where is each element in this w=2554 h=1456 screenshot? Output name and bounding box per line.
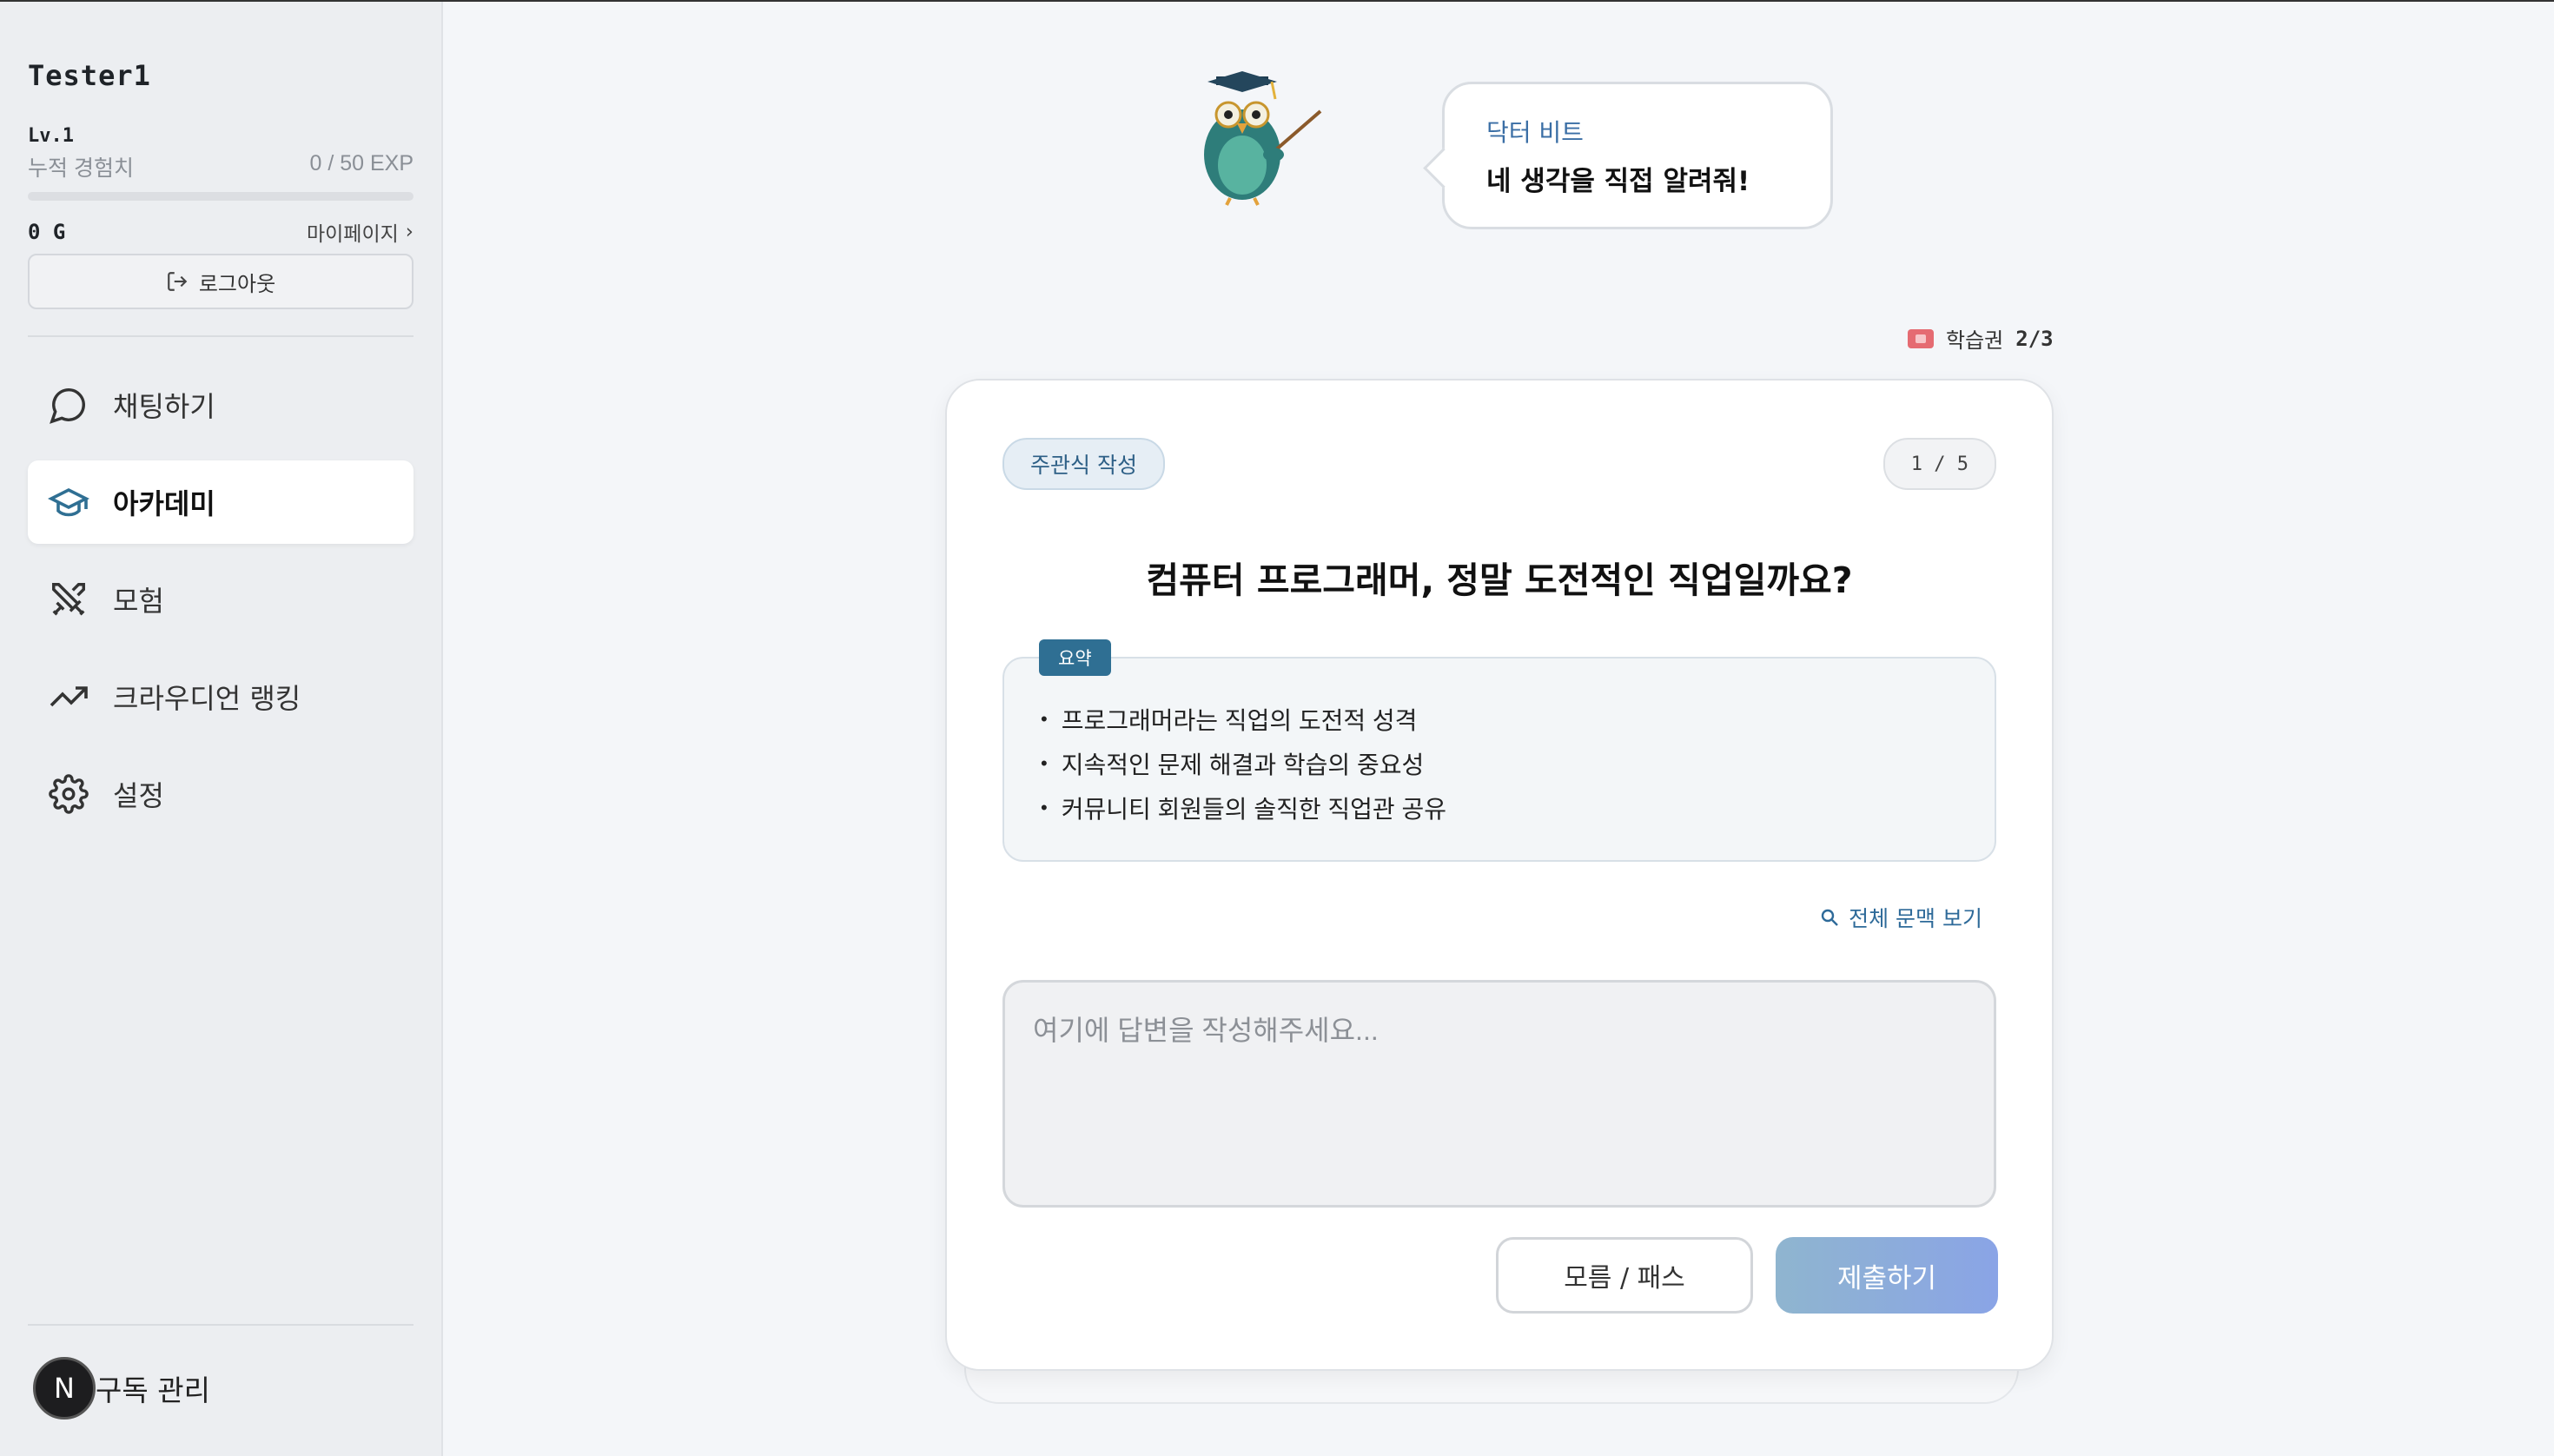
sidebar-divider <box>28 1324 414 1326</box>
sidebar-item-ranking[interactable]: 크라우디언 랭킹 <box>28 655 414 738</box>
subscription-button[interactable]: N 구독 관리 <box>33 1357 210 1420</box>
sidebar-item-label: 설정 <box>113 779 164 812</box>
search-icon <box>1821 909 1838 926</box>
chat-icon <box>47 383 90 427</box>
sidebar-item-adventure[interactable]: 모험 <box>28 558 414 641</box>
context-link-label: 전체 문맥 보기 <box>1849 906 1982 931</box>
pass-button[interactable]: 모름 / 패스 <box>1496 1237 1753 1314</box>
summary-list: 프로그래머라는 직업의 도전적 성격 지속적인 문제 해결과 학습의 중요성 커… <box>1004 659 1995 830</box>
ticket-label: 학습권 <box>1946 328 2004 353</box>
sidebar-item-label: 채팅하기 <box>113 390 215 423</box>
sidebar-nav: 채팅하기 아카데미 모험 크라우디언 랭킹 설정 <box>28 363 414 850</box>
logout-button[interactable]: 로그아웃 <box>28 254 414 309</box>
sidebar-item-label: 모험 <box>113 585 164 618</box>
summary-item: 프로그래머라는 직업의 도전적 성격 <box>1041 697 1995 741</box>
username: Tester1 <box>28 59 151 92</box>
trending-up-icon <box>47 675 90 718</box>
mascot-speech: 네 생각을 직접 알려줘! <box>1486 166 1750 197</box>
crossed-swords-icon <box>47 578 90 621</box>
summary-tag: 요약 <box>1039 639 1111 676</box>
question-progress: 1 / 5 <box>1882 438 1996 490</box>
sidebar-item-chat[interactable]: 채팅하기 <box>28 363 414 447</box>
speech-bubble: 닥터 비트 네 생각을 직접 알려줘! <box>1442 82 1833 229</box>
sidebar: Tester1 Lv.1 누적 경험치 0 / 50 EXP 0 G 마이페이지… <box>0 2 443 1456</box>
sidebar-item-label: 크라우디언 랭킹 <box>113 682 301 715</box>
study-ticket: 학습권 2/3 <box>1908 323 2054 354</box>
chevron-right-icon: › <box>405 221 414 243</box>
submit-button[interactable]: 제출하기 <box>1776 1237 1998 1314</box>
ticket-icon <box>1908 328 1934 348</box>
sidebar-item-academy[interactable]: 아카데미 <box>28 460 414 544</box>
question-title: 컴퓨터 프로그래머, 정말 도전적인 직업일까요? <box>1146 559 1853 601</box>
ticket-count: 2/3 <box>2015 326 2054 351</box>
exp-progress-bar <box>28 192 414 201</box>
summary-box: 요약 프로그래머라는 직업의 도전적 성격 지속적인 문제 해결과 학습의 중요… <box>1002 639 1996 862</box>
exp-label: 누적 경험치 <box>28 156 134 181</box>
logout-label: 로그아웃 <box>198 271 276 296</box>
gold-row: 0 G 마이페이지 › <box>28 217 414 247</box>
question-type-badge: 주관식 작성 <box>1002 438 1165 490</box>
graduation-cap-icon <box>47 480 90 524</box>
logout-icon <box>167 272 188 291</box>
sidebar-divider <box>28 335 414 337</box>
avatar[interactable]: N <box>33 1357 96 1420</box>
gear-icon <box>47 772 90 816</box>
sidebar-item-settings[interactable]: 설정 <box>28 752 414 836</box>
exp-row: 누적 경험치 0 / 50 EXP <box>28 151 414 182</box>
mypage-link[interactable]: 마이페이지 › <box>307 217 414 247</box>
subscription-label: 구독 관리 <box>96 1373 210 1407</box>
summary-item: 지속적인 문제 해결과 학습의 중요성 <box>1041 741 1995 785</box>
exp-value: 0 / 50 EXP <box>309 151 414 175</box>
mypage-label: 마이페이지 <box>306 223 399 246</box>
summary-item: 커뮤니티 회원들의 솔직한 직업관 공유 <box>1041 785 1995 830</box>
question-card: 주관식 작성 1 / 5 컴퓨터 프로그래머, 정말 도전적인 직업일까요? 요… <box>945 379 2054 1371</box>
answer-input[interactable] <box>1002 980 1996 1208</box>
gold-balance: 0 G <box>28 220 66 244</box>
full-context-link[interactable]: 전체 문맥 보기 <box>1819 902 1982 933</box>
owl-professor-icon <box>1204 71 1322 206</box>
mascot-name: 닥터 비트 <box>1486 118 1584 147</box>
level-label: Lv.1 <box>28 125 74 147</box>
sidebar-item-label: 아카데미 <box>113 487 215 520</box>
